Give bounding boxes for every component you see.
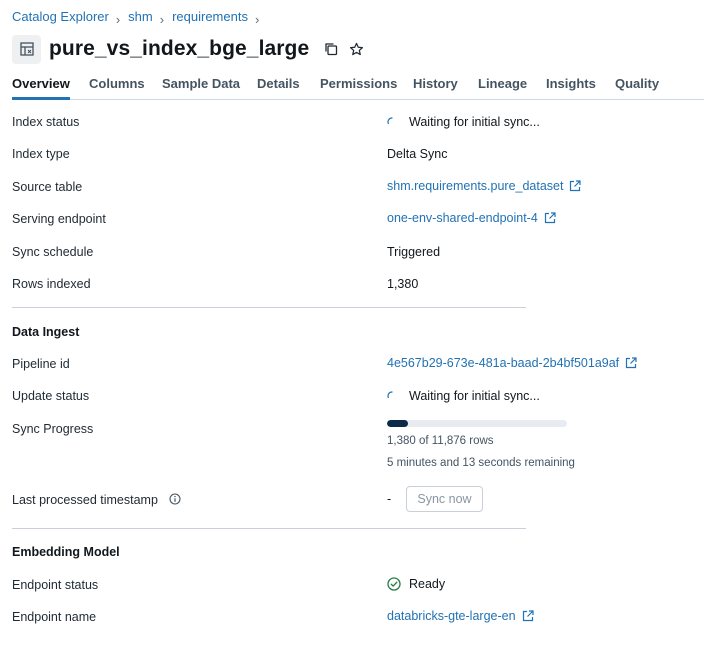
index-type-value: Delta Sync — [387, 147, 448, 161]
pipeline-id-link[interactable]: 4e567b29-673e-481a-baad-2b4bf501a9af — [387, 356, 637, 370]
tab-overview[interactable]: Overview — [12, 76, 70, 100]
source-table-link[interactable]: shm.requirements.pure_dataset — [387, 179, 582, 193]
sync-progress-label: Sync Progress — [12, 422, 94, 436]
tab-quality[interactable]: Quality — [615, 76, 659, 91]
star-icon[interactable] — [347, 40, 365, 58]
rows-indexed-label: Rows indexed — [12, 277, 91, 291]
endpoint-status-text: Ready — [409, 577, 446, 591]
copy-icon[interactable] — [322, 40, 340, 58]
spinner-icon — [387, 391, 397, 401]
vector-index-icon — [12, 34, 41, 64]
endpoint-name-link-text: databricks-gte-large-en — [387, 609, 516, 623]
tab-lineage[interactable]: Lineage — [478, 76, 527, 91]
update-status-text: Waiting for initial sync... — [409, 389, 540, 403]
pipeline-id-link-text: 4e567b29-673e-481a-baad-2b4bf501a9af — [387, 356, 620, 370]
sync-now-button[interactable]: Sync now — [406, 486, 483, 512]
external-link-icon — [522, 610, 534, 622]
index-status-value: Waiting for initial sync... — [387, 115, 540, 129]
title-row: pure_vs_index_bge_large — [12, 34, 365, 64]
breadcrumb-catalog-explorer[interactable]: Catalog Explorer — [12, 9, 109, 24]
source-table-link-text: shm.requirements.pure_dataset — [387, 179, 564, 193]
endpoint-name-value: databricks-gte-large-en — [387, 609, 534, 623]
external-link-icon — [569, 180, 582, 192]
external-link-icon — [544, 212, 556, 224]
sync-progress-rows: 1,380 of 11,876 rows — [387, 435, 494, 447]
embedding-model-title: Embedding Model — [12, 545, 120, 559]
sync-schedule-value: Triggered — [387, 245, 441, 259]
tab-bar: Overview Columns Sample Data Details Per… — [12, 69, 704, 100]
pipeline-id-label: Pipeline id — [12, 357, 70, 371]
sync-progress-fill — [387, 420, 408, 427]
data-ingest-title: Data Ingest — [12, 325, 80, 339]
last-processed-value: - — [387, 492, 392, 506]
breadcrumb-separator: › — [115, 11, 121, 27]
serving-endpoint-link[interactable]: one-env-shared-endpoint-4 — [387, 211, 556, 225]
info-icon[interactable] — [169, 493, 181, 505]
serving-endpoint-label: Serving endpoint — [12, 212, 106, 226]
index-status-text: Waiting for initial sync... — [409, 115, 540, 129]
tab-columns[interactable]: Columns — [89, 76, 145, 91]
page-title: pure_vs_index_bge_large — [49, 37, 310, 60]
tab-sample-data[interactable]: Sample Data — [162, 76, 240, 91]
tab-insights[interactable]: Insights — [546, 76, 596, 91]
breadcrumb-requirements[interactable]: requirements — [172, 9, 248, 24]
update-status-value: Waiting for initial sync... — [387, 389, 540, 403]
index-status-label: Index status — [12, 115, 80, 129]
source-table-value: shm.requirements.pure_dataset — [387, 179, 582, 193]
external-link-icon — [625, 357, 637, 369]
update-status-label: Update status — [12, 389, 90, 403]
last-processed-label-text: Last processed timestamp — [12, 493, 158, 507]
last-processed-label: Last processed timestamp — [12, 492, 181, 507]
tab-details[interactable]: Details — [257, 76, 300, 91]
rows-indexed-value: 1,380 — [387, 277, 419, 291]
source-table-label: Source table — [12, 180, 83, 194]
tab-permissions[interactable]: Permissions — [320, 76, 397, 91]
tab-history[interactable]: History — [413, 76, 458, 91]
endpoint-status-label: Endpoint status — [12, 578, 99, 592]
section-divider — [12, 528, 526, 529]
breadcrumb: Catalog Explorer › shm › requirements › — [12, 7, 267, 27]
sync-progress-remaining: 5 minutes and 13 seconds remaining — [387, 457, 575, 469]
breadcrumb-shm[interactable]: shm — [128, 9, 153, 24]
endpoint-name-link[interactable]: databricks-gte-large-en — [387, 609, 534, 623]
serving-endpoint-value: one-env-shared-endpoint-4 — [387, 211, 556, 225]
index-type-label: Index type — [12, 147, 70, 161]
breadcrumb-separator: › — [159, 11, 165, 27]
breadcrumb-separator: › — [254, 11, 260, 27]
check-circle-icon — [387, 577, 401, 591]
spinner-icon — [387, 117, 397, 127]
sync-progress-bar — [387, 420, 567, 427]
section-divider — [12, 307, 526, 308]
pipeline-id-value: 4e567b29-673e-481a-baad-2b4bf501a9af — [387, 356, 637, 370]
endpoint-status-value: Ready — [387, 577, 445, 591]
endpoint-name-label: Endpoint name — [12, 610, 97, 624]
sync-schedule-label: Sync schedule — [12, 245, 94, 259]
serving-endpoint-link-text: one-env-shared-endpoint-4 — [387, 211, 538, 225]
